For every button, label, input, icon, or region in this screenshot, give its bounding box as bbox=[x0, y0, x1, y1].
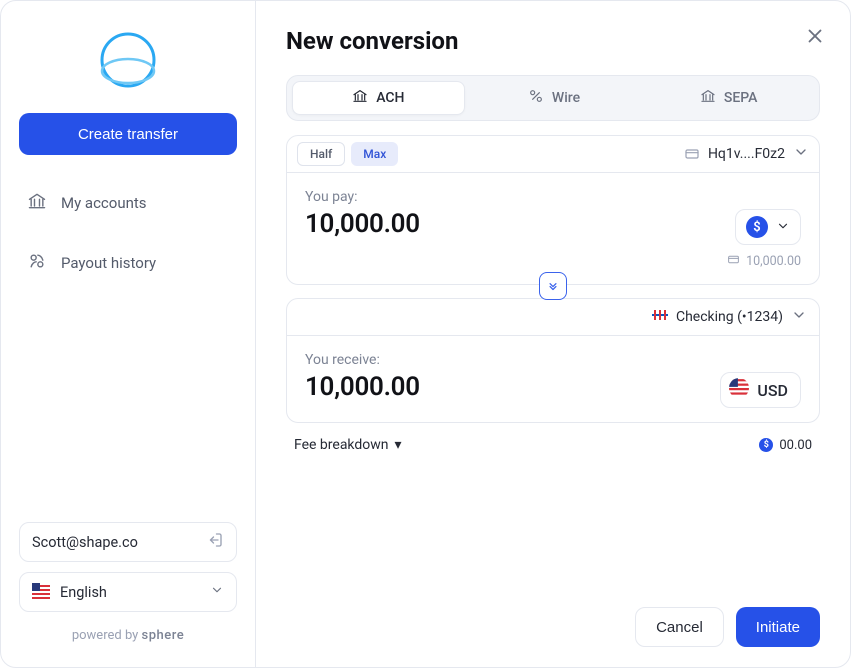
wallet-icon bbox=[727, 253, 740, 270]
dollar-icon: $ bbox=[759, 438, 773, 452]
receive-card: Checking (•1234) You receive: 10,000.00 … bbox=[286, 298, 820, 423]
max-button[interactable]: Max bbox=[351, 142, 398, 166]
initiate-button[interactable]: Initiate bbox=[736, 607, 820, 647]
bank-icon bbox=[27, 191, 47, 215]
fee-breakdown-label: Fee breakdown bbox=[294, 437, 389, 453]
you-pay-label: You pay: bbox=[305, 189, 801, 205]
tab-label: ACH bbox=[376, 90, 404, 106]
source-account-label: Hq1v....F0z2 bbox=[708, 146, 785, 162]
chevron-down-icon bbox=[793, 144, 809, 164]
wire-icon bbox=[528, 88, 544, 108]
flag-us-icon bbox=[729, 378, 749, 402]
history-icon bbox=[27, 251, 47, 275]
sidebar: Create transfer My accounts Payout histo… bbox=[1, 1, 256, 667]
tab-ach[interactable]: ACH bbox=[292, 81, 465, 115]
chevron-down-icon bbox=[776, 218, 790, 237]
tab-sepa[interactable]: SEPA bbox=[643, 81, 814, 115]
card-icon bbox=[684, 146, 700, 162]
fee-breakdown-toggle[interactable]: Fee breakdown ▾ bbox=[294, 437, 402, 453]
bank-icon bbox=[700, 88, 716, 108]
sidebar-item-label: My accounts bbox=[61, 194, 147, 212]
receive-currency: USD bbox=[720, 372, 801, 408]
language-label: English bbox=[60, 584, 200, 601]
fee-amount: $ 00.00 bbox=[759, 438, 812, 453]
balance-row: 10,000.00 bbox=[305, 253, 801, 270]
bank-logo-icon bbox=[652, 308, 668, 326]
logout-icon bbox=[206, 531, 224, 553]
pay-card: Half Max Hq1v....F0z2 You pay: 10,000.00 bbox=[286, 135, 820, 285]
close-icon[interactable] bbox=[804, 25, 826, 51]
source-account-select[interactable]: Hq1v....F0z2 bbox=[684, 144, 809, 164]
tab-label: Wire bbox=[552, 90, 580, 106]
pay-amount[interactable]: 10,000.00 bbox=[305, 209, 420, 239]
tab-wire[interactable]: Wire bbox=[469, 81, 640, 115]
main-panel: New conversion ACH Wire SEPA bbox=[256, 1, 850, 667]
bank-icon bbox=[352, 88, 368, 108]
you-receive-label: You receive: bbox=[305, 352, 801, 368]
account-email: Scott@shape.co bbox=[32, 534, 196, 551]
receive-amount: 10,000.00 bbox=[305, 372, 420, 402]
method-tabs: ACH Wire SEPA bbox=[286, 75, 820, 121]
receive-currency-label: USD bbox=[757, 381, 788, 400]
dest-account-select[interactable]: Checking (•1234) bbox=[652, 307, 807, 327]
tab-label: SEPA bbox=[724, 90, 758, 106]
sidebar-item-my-accounts[interactable]: My accounts bbox=[19, 179, 237, 227]
logo bbox=[19, 29, 237, 91]
half-button[interactable]: Half bbox=[297, 142, 345, 166]
language-selector[interactable]: English bbox=[19, 572, 237, 612]
cancel-button[interactable]: Cancel bbox=[635, 607, 724, 647]
powered-by: powered by sphere bbox=[19, 628, 237, 643]
sidebar-item-payout-history[interactable]: Payout history bbox=[19, 239, 237, 287]
swap-button[interactable] bbox=[539, 272, 567, 300]
chevron-down-icon bbox=[791, 307, 807, 327]
dest-account-label: Checking (•1234) bbox=[676, 309, 783, 325]
create-transfer-button[interactable]: Create transfer bbox=[19, 113, 237, 155]
page-title: New conversion bbox=[286, 27, 820, 55]
account-email-box[interactable]: Scott@shape.co bbox=[19, 522, 237, 562]
flag-us-icon bbox=[32, 583, 50, 601]
sidebar-item-label: Payout history bbox=[61, 254, 156, 272]
dollar-icon: $ bbox=[746, 216, 768, 238]
balance-value: 10,000.00 bbox=[746, 254, 801, 269]
caret-down-icon: ▾ bbox=[395, 437, 402, 453]
chevron-down-icon bbox=[210, 583, 224, 601]
pay-currency-select[interactable]: $ bbox=[735, 209, 801, 245]
